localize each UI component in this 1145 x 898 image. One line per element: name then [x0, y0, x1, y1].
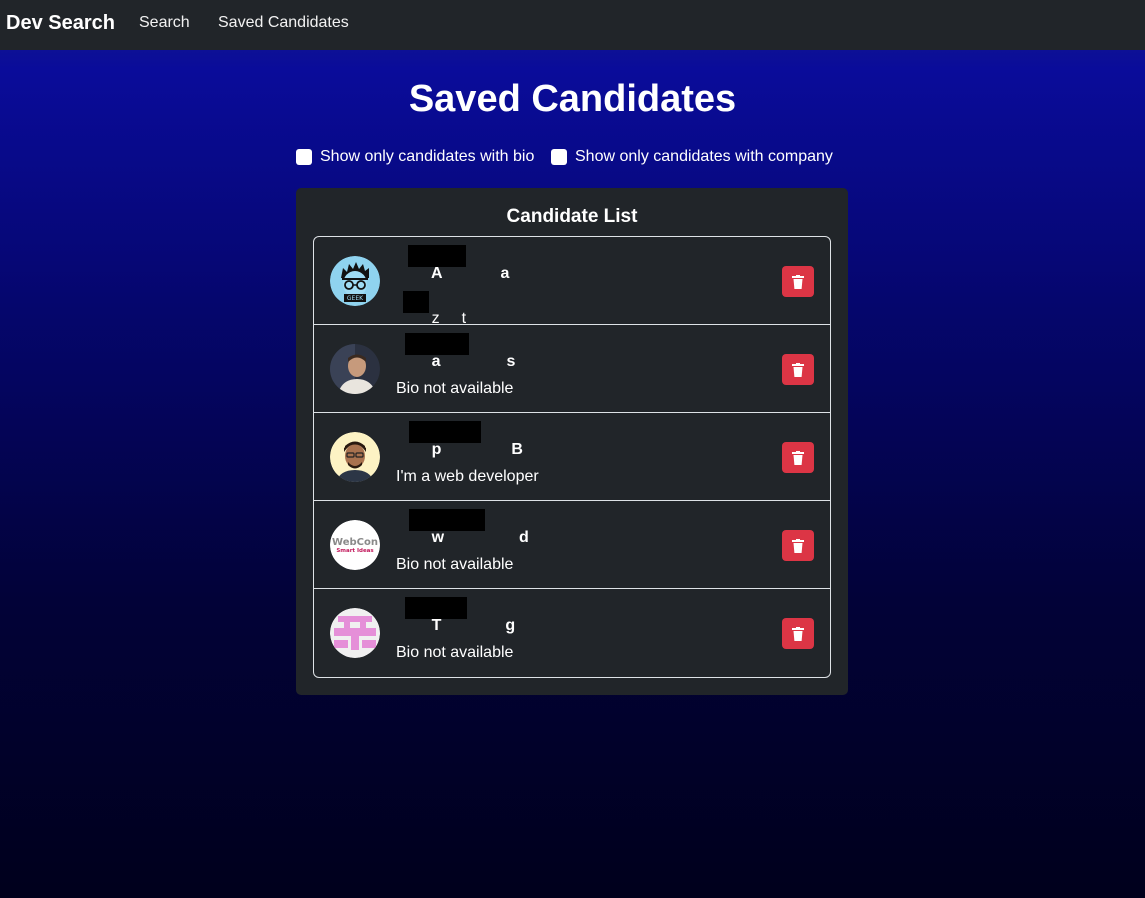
- candidate-bio: Bio not available: [396, 556, 514, 573]
- nav-link-saved-candidates[interactable]: Saved Candidates: [218, 14, 349, 32]
- redaction-bar: [409, 421, 481, 443]
- filter-bio-label: Show only candidates with bio: [320, 148, 535, 165]
- avatar: WebCon Smart Ideas: [330, 520, 380, 570]
- redaction-bar: [408, 245, 466, 267]
- nav-link-search[interactable]: Search: [139, 14, 190, 32]
- candidate-bio: I'm a web developer: [396, 468, 539, 485]
- avatar: GEEK: [330, 256, 380, 306]
- page-title: Saved Candidates: [408, 78, 737, 120]
- company-checkbox[interactable]: [551, 149, 567, 165]
- redaction-bar: [403, 291, 429, 313]
- trash-icon: [792, 450, 804, 465]
- list-item: as Bio not available: [314, 325, 830, 413]
- list-item: WebCon Smart Ideas wd Bio not available: [314, 501, 830, 589]
- panel-title: Candidate List: [506, 206, 638, 227]
- svg-text:GEEK: GEEK: [347, 295, 364, 302]
- list-item: Tg Bio not available: [314, 589, 830, 677]
- svg-text:Smart Ideas: Smart Ideas: [336, 548, 374, 554]
- candidate-panel: Candidate List GEEK Aa z t a s Bio not a…: [296, 188, 848, 695]
- trash-icon: [792, 626, 804, 641]
- list-item: GEEK Aa zt: [314, 237, 830, 327]
- svg-text:WebCon: WebCon: [332, 537, 378, 548]
- candidate-list: GEEK Aa zt a s Bio not available p B I'm…: [313, 236, 831, 678]
- trash-icon: [792, 362, 804, 377]
- avatar: [330, 344, 380, 394]
- filter-company[interactable]: Show only candidates with company: [551, 148, 833, 166]
- candidate-bio: Bio not available: [396, 644, 514, 661]
- trash-icon: [792, 538, 804, 553]
- list-item: pB I'm a web developer: [314, 413, 830, 501]
- redaction-bar: [405, 333, 469, 355]
- candidate-bio: Bio not available: [396, 380, 514, 397]
- bio-checkbox[interactable]: [296, 149, 312, 165]
- redaction-bar: [409, 509, 485, 531]
- avatar: [330, 608, 380, 658]
- delete-button[interactable]: [782, 266, 814, 297]
- redaction-bar: [405, 597, 467, 619]
- avatar: [330, 432, 380, 482]
- delete-button[interactable]: [782, 618, 814, 649]
- filter-bio[interactable]: Show only candidates with bio: [296, 148, 534, 166]
- filter-company-label: Show only candidates with company: [575, 148, 833, 165]
- navbar: Dev Search Search Saved Candidates: [0, 0, 1145, 50]
- delete-button[interactable]: [782, 442, 814, 473]
- trash-icon: [792, 274, 804, 289]
- brand-logo[interactable]: Dev Search: [6, 12, 115, 35]
- delete-button[interactable]: [782, 354, 814, 385]
- delete-button[interactable]: [782, 530, 814, 561]
